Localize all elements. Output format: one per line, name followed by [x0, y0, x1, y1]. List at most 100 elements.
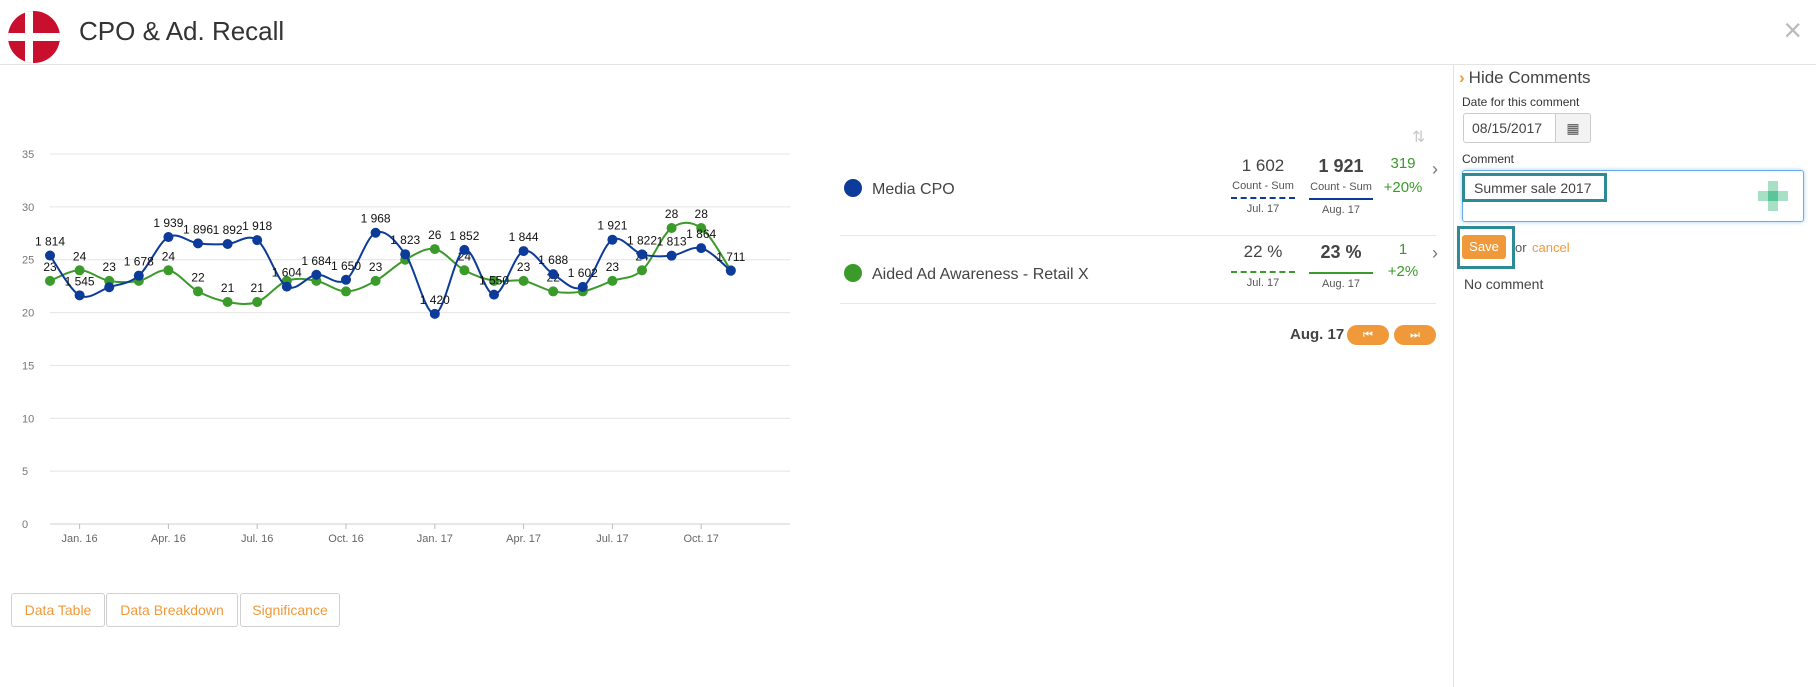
curr-value: 23 %	[1320, 242, 1362, 262]
series-dot-blue	[844, 179, 862, 197]
data-point	[341, 274, 351, 285]
data-label: 24	[162, 249, 176, 263]
prev-period: Jul. 17	[1246, 203, 1280, 215]
data-point	[311, 269, 322, 280]
data-point	[725, 265, 736, 276]
y-left-tick-label: 15	[22, 360, 34, 372]
data-point	[74, 290, 85, 301]
cancel-link[interactable]: cancel	[1532, 240, 1570, 255]
data-point	[548, 286, 559, 297]
comments-panel: › Hide Comments Date for this comment 08/…	[1453, 64, 1816, 687]
data-point	[400, 249, 411, 260]
change-abs: 1	[1398, 241, 1408, 258]
prev-value: 22 %	[1243, 242, 1283, 261]
comment-date-input[interactable]: 08/15/2017	[1463, 113, 1556, 143]
x-tick-label: Jan. 17	[417, 533, 453, 545]
data-point	[163, 232, 174, 243]
curr-metric: 1 921 Count - Sum Aug. 17	[1301, 156, 1381, 216]
chevron-right-icon[interactable]: ›	[1432, 243, 1438, 264]
prev-period: Jul. 17	[1246, 277, 1280, 289]
last-period-button[interactable]: ⏭	[1394, 325, 1436, 345]
data-label: 1 688	[538, 253, 568, 267]
x-tick-label: Apr. 16	[151, 533, 186, 545]
curr-sub-label: Count - Sum	[1310, 181, 1372, 193]
chevron-right-icon: ›	[1459, 68, 1465, 87]
data-point	[637, 265, 647, 276]
series-label: Media CPO	[872, 181, 955, 198]
data-point	[489, 289, 499, 300]
y-left-tick-label: 10	[22, 413, 34, 425]
x-tick-label: Oct. 17	[683, 533, 718, 545]
sort-icon[interactable]: ⇅	[1412, 127, 1425, 147]
y-left-tick-label: 35	[22, 149, 34, 161]
hide-comments-label: Hide Comments	[1468, 68, 1591, 87]
data-point	[696, 243, 707, 254]
data-label: 1 852	[449, 229, 479, 243]
x-tick-label: Jul. 16	[241, 533, 273, 545]
grammar-extension-icon[interactable]	[1758, 179, 1788, 215]
data-label: 1 684	[301, 254, 331, 268]
data-point	[666, 250, 677, 261]
comment-highlight-box	[1462, 173, 1607, 202]
data-label: 23	[369, 260, 383, 274]
curr-line-solid	[1309, 198, 1373, 200]
data-label: 1 602	[568, 266, 598, 280]
no-comment-text: No comment	[1464, 276, 1544, 292]
significance-button[interactable]: Significance	[240, 593, 340, 627]
data-label: 1 420	[420, 293, 450, 307]
y-left-tick-label: 0	[22, 519, 28, 531]
date-label: Date for this comment	[1462, 95, 1580, 109]
data-label: 1 844	[509, 230, 539, 244]
data-label: 1 864	[686, 227, 716, 241]
series-dot-green	[844, 264, 862, 282]
data-point	[577, 281, 588, 292]
y-left-tick-label: 25	[22, 255, 34, 267]
data-label: 1 896	[183, 222, 213, 236]
data-point	[45, 275, 55, 286]
data-point	[607, 234, 618, 245]
data-label: 24	[73, 249, 87, 263]
curr-metric: 23 % Aug. 17	[1301, 242, 1381, 290]
calendar-icon[interactable]: ▦	[1555, 113, 1591, 143]
curr-period: Aug. 17	[1322, 204, 1360, 216]
prev-sub-label: Count - Sum	[1232, 180, 1294, 192]
modal-header: CPO & Ad. Recall ×	[0, 0, 1816, 65]
curr-line-solid	[1309, 272, 1373, 274]
data-point	[518, 275, 529, 286]
prev-metric: 22 % Jul. 17	[1223, 242, 1303, 289]
curr-value: 1 921	[1318, 156, 1364, 176]
prev-line-dashed	[1231, 271, 1295, 273]
data-label: 23	[517, 260, 531, 274]
data-point	[370, 227, 381, 238]
data-label: 23	[606, 260, 620, 274]
data-label: 1 813	[657, 235, 687, 249]
data-label: 1 939	[153, 216, 183, 230]
data-label: 21	[221, 281, 235, 295]
data-label: 1 604	[272, 266, 302, 280]
legend-row-ad-awareness[interactable]: Aided Ad Awareness - Retail X 22 % Jul. …	[840, 235, 1438, 304]
first-period-button[interactable]: ⏮	[1347, 325, 1389, 345]
data-point	[104, 282, 115, 293]
hide-comments-toggle[interactable]: › Hide Comments	[1459, 68, 1591, 88]
denmark-flag-icon	[8, 11, 60, 63]
series-label: Aided Ad Awareness - Retail X	[872, 266, 1089, 283]
data-label: 23	[103, 260, 117, 274]
legend-row-media-cpo[interactable]: Media CPO 1 602 Count - Sum Jul. 17 1 92…	[840, 147, 1438, 236]
data-point	[637, 249, 647, 260]
data-label: 1 678	[124, 255, 154, 269]
data-point	[45, 250, 55, 261]
prev-line-dashed	[1231, 197, 1295, 199]
close-icon[interactable]: ×	[1783, 14, 1802, 46]
data-table-button[interactable]: Data Table	[11, 593, 105, 627]
data-point	[193, 238, 203, 249]
data-point	[222, 238, 233, 249]
x-tick-label: Jul. 17	[596, 533, 628, 545]
change-abs: 319	[1390, 155, 1416, 172]
data-point	[607, 275, 618, 286]
data-point	[548, 269, 559, 280]
chevron-right-icon[interactable]: ›	[1432, 159, 1438, 180]
data-label: 1 711	[716, 250, 745, 264]
data-breakdown-button[interactable]: Data Breakdown	[106, 593, 238, 627]
data-label: 1 822	[627, 233, 657, 247]
data-label: 28	[665, 207, 679, 221]
